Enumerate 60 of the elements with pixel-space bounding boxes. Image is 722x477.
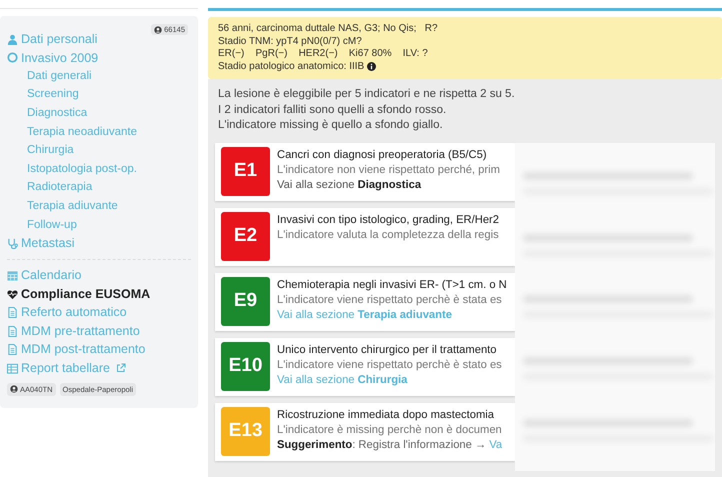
indicator-description: L'indicatore viene rispettato perchè è stato es [277, 358, 502, 372]
circle-icon [7, 52, 18, 64]
nav-link[interactable]: Report tabellare [7, 359, 191, 378]
section-link[interactable]: Terapia adiuvante [358, 308, 452, 320]
indicator-description: L'indicatore non viene rispettato perché, prim [277, 162, 500, 178]
nav-link[interactable]: Radioterapia [7, 178, 191, 198]
section-link-text: Vai alla sezione Diagnostica [277, 178, 422, 192]
nav-link[interactable]: MDM pre-trattamento [7, 322, 191, 340]
document-icon [7, 326, 18, 337]
document-icon [7, 344, 18, 356]
indicator-title: Ricostruzione immediata dopo mastectomia [277, 408, 496, 422]
user-icon [7, 34, 18, 45]
section-link-text: Vai alla sezione Chirurgia [277, 372, 408, 388]
intro-text: L'indicatore missing è quello a sfondo giallo. [218, 118, 444, 133]
summary-line: Stadio TNM: ypT4 pN0(0/7) cM? [218, 36, 363, 48]
nav-link[interactable]: Referto automatico [7, 303, 191, 322]
summary-line: ER(−) PgR(−) HER2(−) Ki67 80% ILV: ? [218, 48, 429, 60]
section-link-text: Vai alla sezione Terapia adiuvante [277, 308, 453, 322]
info-icon [367, 62, 376, 72]
suggestion-link[interactable]: Va [489, 438, 502, 450]
table-icon [7, 362, 18, 374]
indicator-title: Unico intervento chirurgico per il trattamento [277, 342, 498, 358]
nav-link[interactable]: Chirurgia [7, 142, 191, 160]
indicator-badge: E9 [221, 276, 270, 326]
indicator-badge: E10 [221, 342, 270, 390]
document-icon [7, 307, 18, 318]
section-link[interactable]: Chirurgia [358, 374, 408, 386]
nav-link[interactable]: Terapia neoadiuvante [7, 122, 191, 142]
intro-text: I 2 indicatori falliti sono quelli a sfondo rosso. [218, 102, 448, 118]
nav-link[interactable]: Terapia adiuvante [7, 197, 191, 216]
indicator-description: L'indicatore valuta la completezza della regis [277, 228, 499, 242]
account-icon [154, 26, 162, 34]
section-link[interactable]: Diagnostica [358, 178, 422, 190]
nav-link[interactable]: Compliance EUSOMA [7, 284, 191, 304]
indicator-title: Chemioterapia negli invasivi ER- (T>1 cm. o N [277, 278, 507, 292]
account-icon [10, 385, 18, 394]
indicator-title: Cancri con diagnosi preoperatoria (B5/C5) [277, 148, 488, 162]
indicator-badge: E2 [221, 212, 270, 260]
calendar-icon [7, 270, 18, 281]
nav-link[interactable]: MDM post-trattamento [7, 340, 191, 360]
nav-link[interactable]: Screening [7, 86, 191, 104]
indicator-description: L'indicatore viene rispettato perchè è stata es [277, 292, 503, 308]
suggestion-text: Suggerimento: Registra l'informazione → Va [277, 438, 502, 452]
intro-text: La lesione è eleggibile per 5 indicatori e ne rispetta 2 su 5. [218, 87, 516, 102]
stethoscope-icon [7, 238, 18, 250]
nav-link[interactable]: Dati generali [7, 67, 191, 86]
external-link-icon [116, 363, 126, 374]
heart-pulse-icon [7, 288, 18, 300]
indicator-title: Invasivi con tipo istologico, grading, ER/Her2 [277, 212, 499, 228]
nav-link[interactable]: Calendario [7, 266, 191, 285]
indicator-description: L'indicatore è missing perchè non è documen [277, 422, 502, 438]
nav-link[interactable]: Metastasi [7, 234, 191, 254]
nav-link[interactable]: Invasivo 2009 [7, 48, 191, 68]
nav-link[interactable]: Diagnostica [7, 104, 191, 123]
nav-link[interactable]: Follow-up [7, 216, 191, 235]
summary-line: 56 anni, carcinoma duttale NAS, G3; No Qis; R? [218, 23, 439, 36]
nav-link[interactable]: Istopatologia post-op. [7, 160, 191, 179]
indicator-badge: E1 [221, 146, 270, 196]
summary-line: Stadio patologico anatomico: IIIB [218, 60, 712, 73]
indicator-badge: E13 [221, 406, 270, 456]
